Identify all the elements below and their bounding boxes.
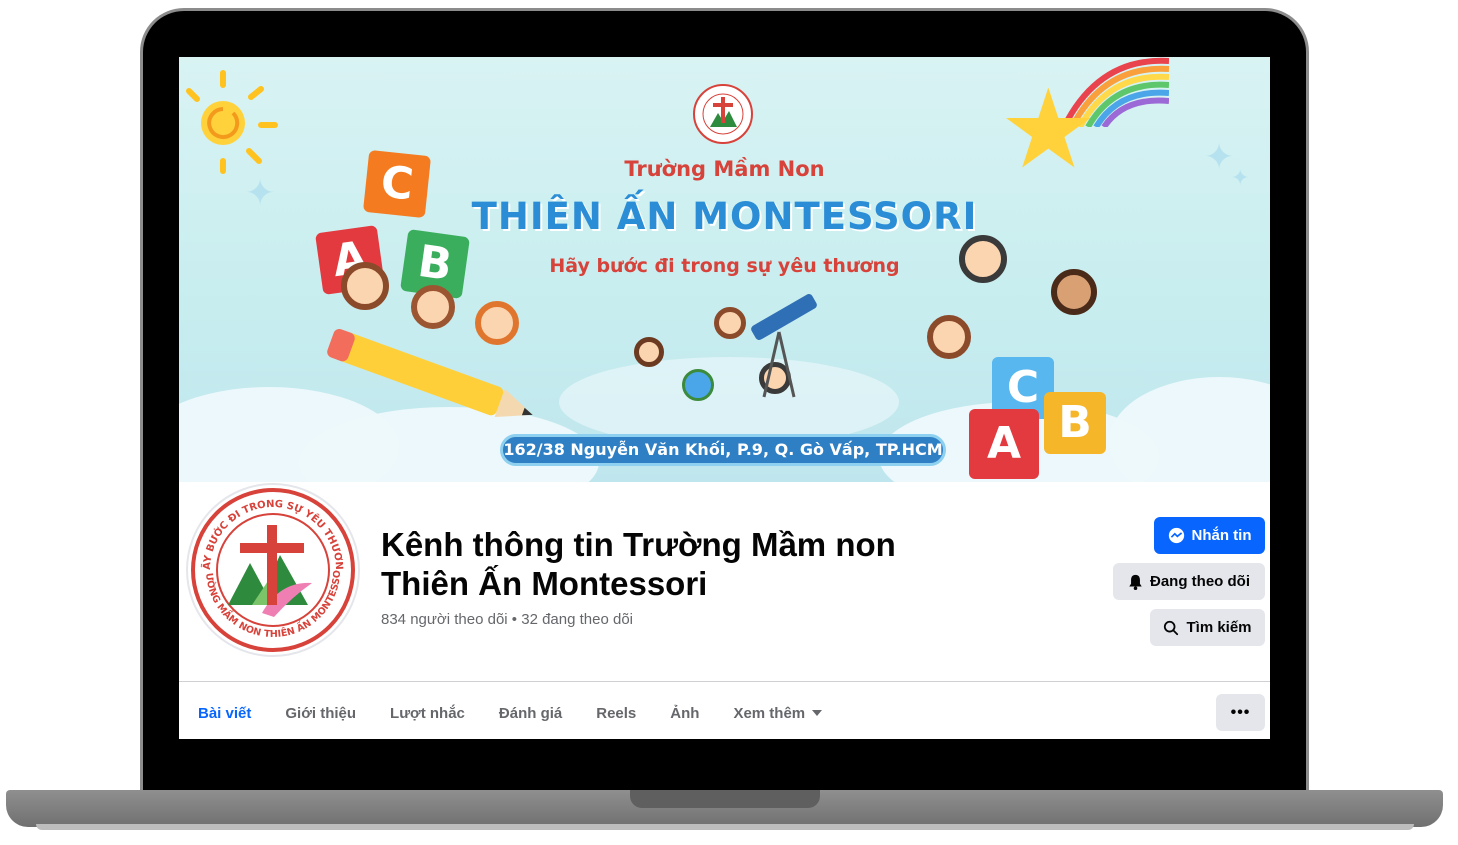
letter-block: A xyxy=(969,409,1039,479)
profile-avatar[interactable]: HÃY BƯỚC ĐI TRONG SỰ YÊU THƯƠNG TRƯỜNG M… xyxy=(184,477,360,657)
tab-reviews[interactable]: Đánh giá xyxy=(482,687,579,739)
kid-illustration xyxy=(927,315,971,359)
laptop-base-shadow xyxy=(36,824,1414,830)
page-title: Kênh thông tin Trường Mầm non Thiên Ấn M… xyxy=(381,525,981,603)
tab-label: Bài viết xyxy=(198,704,252,722)
message-button-label: Nhắn tin xyxy=(1191,527,1252,544)
kid-illustration xyxy=(411,285,455,329)
following-button[interactable]: Đang theo dõi xyxy=(1113,563,1265,600)
message-button[interactable]: Nhắn tin xyxy=(1154,517,1265,554)
school-logo-small xyxy=(693,84,753,144)
tab-label: Lượt nhắc xyxy=(390,704,465,722)
tab-label: Đánh giá xyxy=(498,704,563,722)
cover-address: 162/38 Nguyễn Văn Khối, P.9, Q. Gò Vấp, … xyxy=(500,434,946,466)
search-button-label: Tìm kiếm xyxy=(1186,619,1252,636)
telescope-illustration xyxy=(751,294,817,398)
kid-illustration xyxy=(475,301,519,345)
page-title-line2: Thiên Ấn Montessori xyxy=(381,565,708,602)
cover-slogan: Hãy bước đi trong sự yêu thương xyxy=(549,255,900,277)
kid-illustration xyxy=(634,337,664,367)
laptop-notch xyxy=(630,790,820,808)
letter-block: B xyxy=(1044,392,1106,454)
tab-about[interactable]: Giới thiệu xyxy=(268,687,373,739)
school-logo: HÃY BƯỚC ĐI TRONG SỰ YÊU THƯƠNG TRƯỜNG M… xyxy=(184,477,355,652)
tab-label: Giới thiệu xyxy=(285,704,357,722)
pencil-illustration xyxy=(327,328,533,418)
profile-tabs: Bài viết Giới thiệu Lượt nhắc Đánh giá R… xyxy=(179,687,839,739)
search-button[interactable]: Tìm kiếm xyxy=(1150,609,1265,646)
profile-divider xyxy=(179,681,1270,682)
browser-screen: ★ ✦ ✦ ✦ C A B C A B Trường Mầm Non THIÊN… xyxy=(179,57,1270,739)
tab-posts[interactable]: Bài viết xyxy=(179,687,268,739)
tab-label: Xem thêm xyxy=(733,704,806,722)
globe-illustration xyxy=(682,369,714,401)
tab-mentions[interactable]: Lượt nhắc xyxy=(373,687,482,739)
cover-photo[interactable]: ★ ✦ ✦ ✦ C A B C A B Trường Mầm Non THIÊN… xyxy=(179,57,1270,482)
follower-stats[interactable]: 834 người theo dõi • 32 đang theo dõi xyxy=(381,611,633,628)
messenger-icon xyxy=(1168,527,1184,544)
more-options-button[interactable]: ••• xyxy=(1216,694,1265,731)
following-button-label: Đang theo dõi xyxy=(1150,573,1250,590)
tab-reels[interactable]: Reels xyxy=(579,687,653,739)
cloud xyxy=(1109,377,1270,482)
page-title-line1: Kênh thông tin Trường Mầm non xyxy=(381,526,896,563)
tab-label: Reels xyxy=(596,704,637,722)
cover-title: THIÊN ẤN MONTESSORI xyxy=(471,195,978,238)
tab-label: Ảnh xyxy=(670,704,700,722)
tab-more[interactable]: Xem thêm xyxy=(716,687,839,739)
tab-photos[interactable]: Ảnh xyxy=(653,687,716,739)
search-icon xyxy=(1164,620,1179,635)
bell-icon xyxy=(1129,574,1142,590)
caret-down-icon xyxy=(812,710,823,716)
cover-subtitle: Trường Mầm Non xyxy=(624,157,825,181)
